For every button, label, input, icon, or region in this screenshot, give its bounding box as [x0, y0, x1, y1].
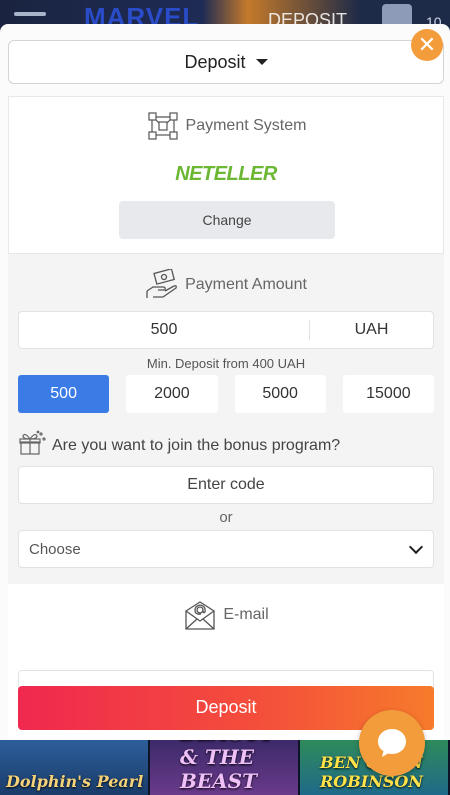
preset-2000-button[interactable]: 2000: [126, 375, 218, 413]
email-header: E-mail: [8, 600, 444, 630]
game-tile[interactable]: BEAUTY & THE BEAST: [150, 740, 300, 795]
payment-amount-section: Payment Amount 500 UAH Min. Deposit from…: [8, 254, 444, 584]
caret-down-icon: [255, 59, 268, 65]
amount-field[interactable]: 500 UAH: [18, 311, 434, 349]
email-title: E-mail: [223, 606, 269, 623]
game-title: Dolphin's Pearl: [6, 772, 144, 791]
payment-system-section: Payment System NETELLER Change: [8, 96, 444, 254]
amount-input[interactable]: 500: [19, 312, 309, 348]
close-icon[interactable]: ✕: [411, 29, 443, 61]
preset-15000-button[interactable]: 15000: [342, 375, 434, 413]
method-select[interactable]: Deposit: [8, 40, 444, 84]
preset-5000-button[interactable]: 5000: [234, 375, 326, 413]
chat-bubble-icon[interactable]: [359, 710, 425, 776]
amount-presets: 500 2000 5000 15000: [18, 375, 434, 413]
payment-amount-title: Payment Amount: [185, 276, 307, 293]
bonus-question-text: Are you want to join the bonus program?: [52, 436, 341, 454]
currency-label: UAH: [309, 320, 433, 340]
envelope-at-icon: [183, 600, 217, 630]
hamburger-icon[interactable]: [14, 12, 46, 16]
payment-system-title: Payment System: [185, 117, 307, 134]
network-nodes-icon: [146, 111, 180, 141]
hand-money-icon: [145, 269, 179, 300]
bonus-select[interactable]: Choose: [18, 530, 434, 568]
bonus-code-input[interactable]: [18, 466, 434, 504]
min-deposit-note: Min. Deposit from 400 UAH: [146, 356, 306, 371]
preset-500-button[interactable]: 500: [18, 375, 110, 413]
payment-amount-header: Payment Amount: [8, 269, 444, 300]
change-button[interactable]: Change: [119, 201, 335, 239]
game-title: BEAUTY & THE BEAST: [180, 740, 274, 793]
bonus-select-label: Choose: [29, 540, 81, 558]
provider-logo: NETELLER: [175, 163, 277, 185]
payment-system-header: Payment System: [9, 111, 443, 141]
game-tile[interactable]: Dolphin's Pearl: [0, 740, 150, 795]
deposit-modal: Deposit Payment System NETELLER Change P…: [0, 24, 450, 740]
gift-icon: [18, 430, 46, 461]
chevron-down-icon: [408, 539, 424, 554]
method-select-label: Deposit: [184, 51, 246, 72]
or-separator: or: [219, 509, 233, 526]
bonus-question: Are you want to join the bonus program?: [18, 430, 340, 461]
